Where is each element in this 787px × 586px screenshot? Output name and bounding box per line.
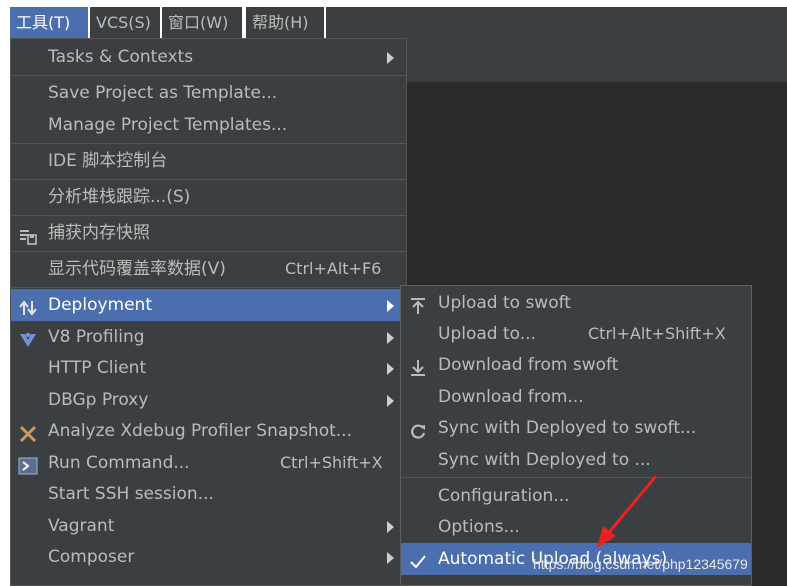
- menu-item-analyze-xdebug[interactable]: Analyze Xdebug Profiler Snapshot...: [11, 415, 406, 447]
- menu-item-vagrant[interactable]: Vagrant: [11, 510, 406, 542]
- menu-item-label: Run Command...: [48, 453, 190, 473]
- menu-item-label: Options...: [438, 517, 520, 537]
- memory-snapshot-icon: [18, 224, 38, 245]
- menu-item-label: Manage Project Templates...: [48, 115, 288, 135]
- submenu-item-download-from-swoft[interactable]: Download from swoft: [401, 349, 751, 381]
- separator: [11, 215, 406, 216]
- submenu-arrow-icon: [387, 552, 394, 564]
- menu-item-label: 捕获内存快照: [48, 223, 150, 243]
- separator: [11, 179, 406, 180]
- menu-item-label: Upload to...: [438, 324, 536, 344]
- menu-item-label: Configuration...: [438, 486, 570, 506]
- menu-item-tasks-contexts[interactable]: Tasks & Contexts: [11, 41, 406, 73]
- editor-toolbar: [406, 38, 787, 83]
- menu-item-label: Download from swoft: [438, 355, 619, 375]
- menu-item-manage-project-templates[interactable]: Manage Project Templates...: [11, 109, 406, 141]
- submenu-arrow-icon: [387, 363, 394, 375]
- menu-item-v8-profiling[interactable]: V8 Profiling: [11, 321, 406, 353]
- submenu-arrow-icon: [387, 521, 394, 533]
- submenu-item-upload-to-swoft[interactable]: Upload to swoft: [401, 287, 751, 319]
- menu-window[interactable]: 窗口(W): [162, 7, 242, 38]
- menu-item-save-project-template[interactable]: Save Project as Template...: [11, 77, 406, 109]
- menu-item-label: Vagrant: [48, 516, 115, 536]
- submenu-arrow-icon: [387, 300, 394, 312]
- menu-item-ide-script-console[interactable]: IDE 脚本控制台: [11, 145, 406, 177]
- submenu-item-configuration[interactable]: Configuration...: [401, 480, 751, 512]
- menu-item-label: IDE 脚本控制台: [48, 151, 168, 171]
- shortcut-label: Ctrl+Alt+F6: [285, 259, 382, 278]
- separator: [11, 75, 406, 76]
- menu-item-show-coverage[interactable]: 显示代码覆盖率数据(V) Ctrl+Alt+F6: [11, 253, 406, 285]
- tools-menu: Tasks & Contexts Save Project as Templat…: [10, 38, 407, 586]
- shortcut-label: Ctrl+Shift+X: [280, 453, 383, 472]
- menu-item-label: Save Project as Template...: [48, 83, 278, 103]
- menu-help[interactable]: 帮助(H): [246, 7, 324, 38]
- download-icon: [408, 356, 428, 376]
- menu-item-dbgp-proxy[interactable]: DBGp Proxy: [11, 384, 406, 416]
- upload-icon: [408, 294, 428, 314]
- menu-item-label: HTTP Client: [48, 358, 147, 378]
- deployment-icon: [18, 296, 38, 316]
- submenu-item-upload-to[interactable]: Upload to... Ctrl+Alt+Shift+X: [401, 318, 751, 350]
- menu-item-label: 显示代码覆盖率数据(V): [48, 259, 226, 279]
- separator: [11, 287, 406, 288]
- check-icon: [408, 550, 428, 569]
- menu-item-http-client[interactable]: HTTP Client: [11, 352, 406, 384]
- menu-item-label: V8 Profiling: [48, 327, 145, 347]
- watermark: https://blog.csdn.net/php12345679: [533, 556, 748, 572]
- terminal-icon: [18, 454, 38, 475]
- menu-item-label: Download from...: [438, 387, 584, 407]
- submenu-item-sync-swoft[interactable]: Sync with Deployed to swoft...: [401, 412, 751, 444]
- menu-item-deployment[interactable]: Deployment: [11, 289, 406, 321]
- menu-bar: 工具(T) VCS(S) 窗口(W) 帮助(H): [0, 0, 787, 38]
- menu-item-start-ssh[interactable]: Start SSH session...: [11, 478, 406, 510]
- menu-item-label: Deployment: [48, 295, 152, 315]
- submenu-arrow-icon: [387, 332, 394, 344]
- v8-icon: [18, 328, 38, 347]
- menu-item-composer[interactable]: Composer: [11, 541, 406, 573]
- menu-item-analyze-stacktrace[interactable]: 分析堆栈跟踪...(S): [11, 181, 406, 213]
- menu-item-label: DBGp Proxy: [48, 390, 149, 410]
- menu-bar-filler: [326, 7, 787, 38]
- menu-item-label: Upload to swoft: [438, 293, 571, 313]
- menu-item-label: Sync with Deployed to ...: [438, 450, 651, 470]
- separator: [11, 143, 406, 144]
- submenu-item-download-from[interactable]: Download from...: [401, 381, 751, 413]
- submenu-arrow-icon: [387, 395, 394, 407]
- submenu-item-options[interactable]: Options...: [401, 511, 751, 543]
- submenu-item-sync-with-deployed[interactable]: Sync with Deployed to ...: [401, 444, 751, 476]
- menu-item-label: Composer: [48, 547, 135, 567]
- menu-item-label: Analyze Xdebug Profiler Snapshot...: [48, 421, 352, 441]
- menu-item-memory-snapshot[interactable]: 捕获内存快照: [11, 217, 406, 249]
- menu-item-label: Tasks & Contexts: [48, 47, 194, 67]
- menu-vcs[interactable]: VCS(S): [90, 7, 160, 38]
- menu-item-label: Start SSH session...: [48, 484, 214, 504]
- sync-icon: [408, 419, 428, 439]
- menu-item-label: Sync with Deployed to swoft...: [438, 418, 697, 438]
- submenu-arrow-icon: [387, 52, 394, 64]
- menu-tools[interactable]: 工具(T): [10, 7, 88, 38]
- xdebug-icon: [18, 422, 38, 443]
- separator: [11, 251, 406, 252]
- deployment-submenu: Upload to swoft Upload to... Ctrl+Alt+Sh…: [400, 285, 752, 586]
- menu-item-label: 分析堆栈跟踪...(S): [48, 187, 191, 207]
- menu-item-run-command[interactable]: Run Command... Ctrl+Shift+X: [11, 447, 406, 479]
- separator: [401, 477, 751, 478]
- shortcut-label: Ctrl+Alt+Shift+X: [588, 324, 726, 343]
